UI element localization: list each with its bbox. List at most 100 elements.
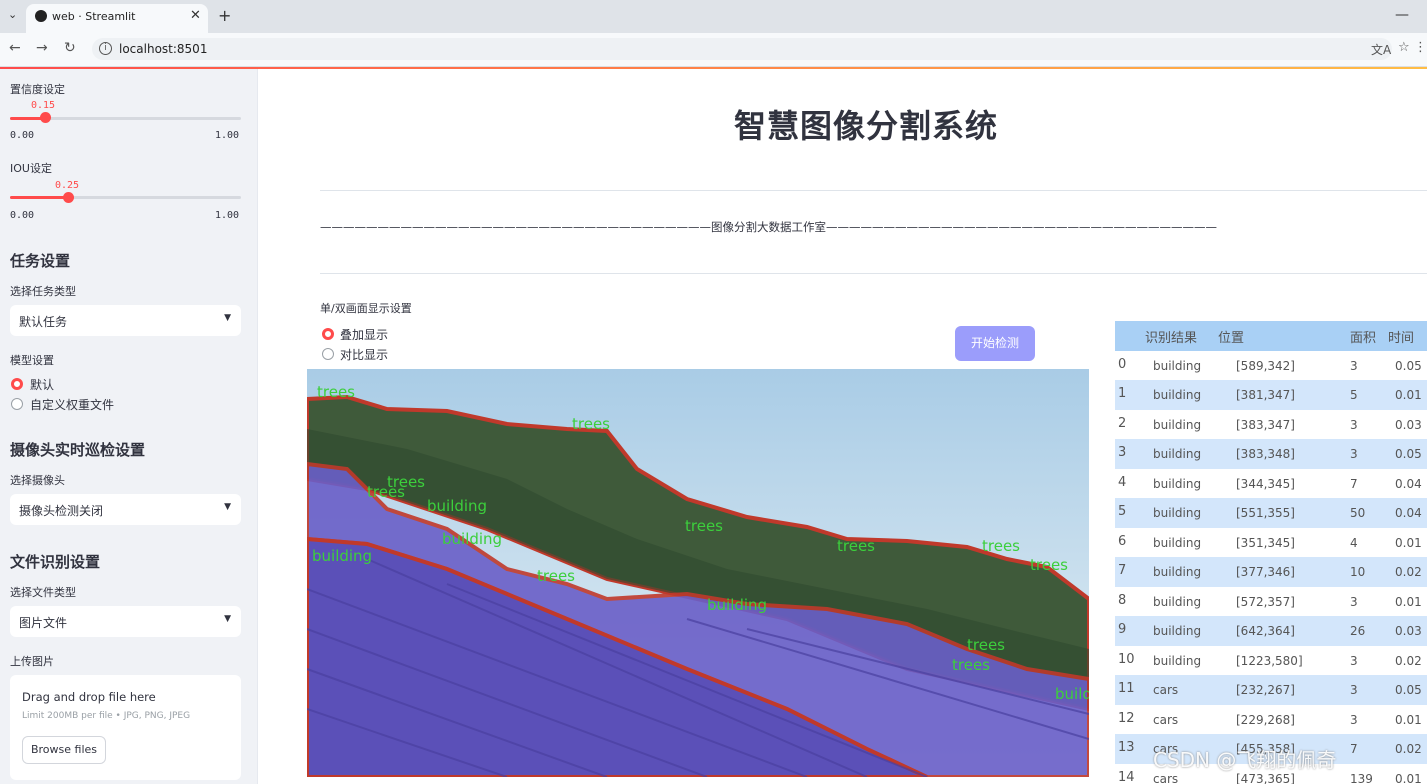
table-row[interactable]: 5 building [551,355] 50 0.04 [1115, 498, 1427, 528]
row-position: [551,355] [1236, 506, 1295, 520]
file-type-label: 选择文件类型 [10, 586, 76, 599]
forward-arrow-icon[interactable]: → [36, 40, 48, 56]
table-row[interactable]: 8 building [572,357] 3 0.01 [1115, 587, 1427, 617]
mode-option-compare[interactable]: 对比显示 [340, 346, 388, 363]
site-info-icon[interactable]: i [99, 42, 112, 55]
row-position: [229,268] [1236, 712, 1295, 727]
row-index: 12 [1118, 710, 1135, 726]
row-time: 0.02 [1395, 653, 1422, 668]
task-heading: 任务设置 [10, 252, 71, 270]
row-area: 3 [1350, 712, 1358, 727]
table-row[interactable]: 9 building [642,364] 26 0.03 [1115, 616, 1427, 646]
task-type-select[interactable]: 默认任务 ▼ [10, 305, 241, 336]
detection-results-table[interactable]: 识别结果 位置 面积 时间 0 building [589,342] 3 0.05 1 bu… [1115, 321, 1427, 784]
overlay-label: trees [837, 537, 875, 555]
model-option-custom[interactable]: 自定义权重文件 [30, 396, 114, 413]
file-dropzone[interactable]: Drag and drop file here Limit 200MB per … [10, 675, 241, 780]
model-radio-default[interactable] [11, 378, 23, 390]
upload-label: 上传图片 [10, 655, 54, 668]
window-minimize-button[interactable]: — [1395, 7, 1409, 23]
new-tab-button[interactable]: + [218, 6, 231, 25]
camera-label: 选择摄像头 [10, 474, 65, 487]
row-result: building [1153, 388, 1202, 402]
tab-search-icon[interactable]: ⌄ [8, 8, 17, 21]
iou-label: IOU设定 [10, 162, 52, 175]
tab-close-icon[interactable]: ✕ [190, 8, 201, 23]
header-time: 时间 [1388, 331, 1415, 346]
row-index: 11 [1118, 681, 1135, 696]
address-bar[interactable] [92, 38, 1392, 60]
reload-icon[interactable]: ↻ [64, 40, 76, 56]
segmentation-result-image: trees trees trees trees building trees t… [307, 369, 1089, 777]
overlay-label: building [312, 547, 372, 565]
row-area: 3 [1350, 653, 1358, 668]
streamlit-favicon-icon [35, 10, 47, 22]
row-result: cars [1153, 683, 1179, 697]
iou-slider-thumb[interactable] [62, 192, 74, 203]
url-text[interactable]: localhost:8501 [119, 42, 207, 56]
bookmark-star-icon[interactable]: ☆ [1398, 40, 1410, 55]
table-row[interactable]: 11 cars [232,267] 3 0.05 [1115, 675, 1427, 705]
table-row[interactable]: 6 building [351,345] 4 0.01 [1115, 528, 1427, 558]
back-arrow-icon[interactable]: ← [9, 40, 21, 56]
table-row[interactable]: 1 building [381,347] 5 0.01 [1115, 380, 1427, 410]
model-radio-custom[interactable] [11, 398, 23, 410]
table-row[interactable]: 4 building [344,345] 7 0.04 [1115, 469, 1427, 499]
watermark: CSDN @飞翔的佩奇 [1153, 748, 1337, 772]
row-position: [589,342] [1236, 358, 1295, 373]
mode-option-overlay[interactable]: 叠加显示 [340, 326, 388, 343]
chevron-down-icon: ▼ [224, 502, 231, 512]
row-position: [381,347] [1236, 388, 1295, 402]
table-row[interactable]: 2 building [383,347] 3 0.03 [1115, 410, 1427, 440]
table-row[interactable]: 3 building [383,348] 3 0.05 [1115, 439, 1427, 469]
start-detection-button[interactable]: 开始检测 [955, 326, 1035, 361]
row-time: 0.02 [1395, 742, 1422, 756]
row-area: 3 [1350, 683, 1358, 697]
main-content: 智慧图像分割系统 ———————————————————————————————… [259, 69, 1427, 784]
row-index: 2 [1118, 415, 1127, 431]
row-time: 0.01 [1395, 388, 1422, 402]
table-row[interactable]: 10 building [1223,580] 3 0.02 [1115, 646, 1427, 676]
row-index: 13 [1118, 740, 1135, 755]
confidence-min: 0.00 [10, 130, 35, 141]
mode-radio-compare[interactable] [322, 348, 334, 360]
row-area: 7 [1350, 742, 1358, 756]
row-time: 0.01 [1395, 535, 1422, 550]
row-index: 4 [1118, 474, 1127, 490]
row-time: 0.01 [1395, 594, 1422, 609]
row-index: 9 [1118, 622, 1127, 637]
table-row[interactable]: 0 building [589,342] 3 0.05 [1115, 351, 1427, 381]
browse-files-button[interactable]: Browse files [22, 736, 106, 764]
table-row[interactable]: 12 cars [229,268] 3 0.01 [1115, 705, 1427, 735]
model-option-default[interactable]: 默认 [30, 376, 54, 393]
row-index: 7 [1118, 563, 1127, 578]
browser-menu-icon[interactable]: ⋮ [1414, 40, 1427, 55]
overlay-label: trees [982, 537, 1020, 555]
iou-max: 1.00 [215, 210, 240, 221]
camera-select[interactable]: 摄像头检测关闭 ▼ [10, 494, 241, 525]
display-mode-label: 单/双画面显示设置 [320, 302, 412, 315]
confidence-value: 0.15 [31, 100, 56, 111]
confidence-max: 1.00 [215, 130, 240, 141]
row-result: building [1153, 565, 1202, 579]
mode-radio-overlay[interactable] [322, 328, 334, 340]
iou-min: 0.00 [10, 210, 35, 221]
file-type-select[interactable]: 图片文件 ▼ [10, 606, 241, 637]
overlay-label: trees [572, 415, 610, 433]
row-position: [473,365] [1236, 771, 1295, 784]
overlay-label: building [1055, 685, 1089, 703]
camera-value: 摄像头检测关闭 [19, 504, 104, 518]
row-position: [1223,580] [1236, 653, 1303, 668]
model-label: 模型设置 [10, 354, 54, 367]
row-result: building [1153, 594, 1202, 609]
header-result: 识别结果 [1145, 331, 1198, 346]
overlay-label: building [707, 596, 767, 614]
row-position: [383,348] [1236, 447, 1295, 461]
confidence-slider-thumb[interactable] [39, 112, 51, 123]
camera-heading: 摄像头实时巡检设置 [10, 441, 146, 459]
translate-icon[interactable]: ⽂A [1371, 41, 1391, 58]
row-result: building [1153, 506, 1202, 520]
row-index: 14 [1118, 769, 1135, 784]
table-row[interactable]: 7 building [377,346] 10 0.02 [1115, 557, 1427, 587]
row-time: 0.03 [1395, 417, 1422, 432]
